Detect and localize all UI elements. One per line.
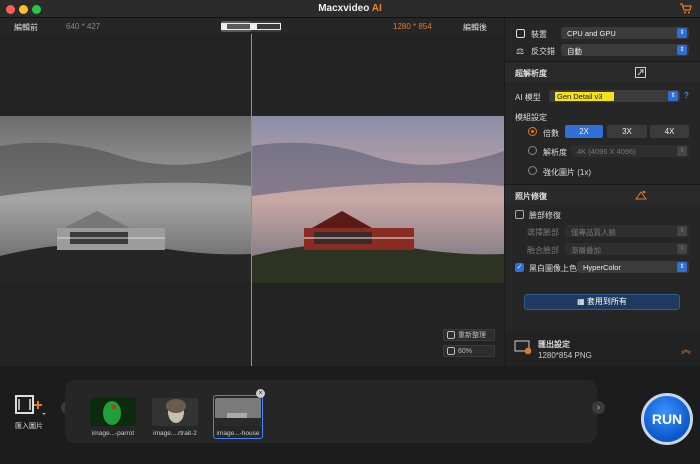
- chevron-updown-icon: ⇕: [677, 262, 687, 272]
- side-by-side-icon: [251, 23, 281, 30]
- app-title-ai: AI: [371, 3, 382, 14]
- app-title-text: Macxvideo: [318, 3, 372, 14]
- export-settings[interactable]: 匯出設定 1280*854 PNG ︽: [505, 331, 700, 366]
- zoom-button[interactable]: 60%: [443, 345, 495, 357]
- split-view-button[interactable]: [221, 21, 251, 32]
- app-title: Macxvideo AI: [0, 3, 700, 14]
- scale-2x-button[interactable]: 2X: [565, 125, 603, 138]
- repair-section-header: 照片修復: [505, 185, 700, 205]
- blend-value: 漸層疊加: [571, 246, 601, 255]
- device-select[interactable]: CPU and GPU ⇕: [561, 27, 689, 39]
- face-model-select[interactable]: 僅專品質人臉 ⇕: [565, 225, 689, 237]
- blend-label: 融合臉部: [527, 246, 559, 255]
- device-icon: [516, 29, 525, 38]
- colorize-label: 黑白圖像上色: [529, 264, 577, 273]
- thumbnail-portrait[interactable]: [152, 398, 198, 426]
- before-label: 編輯前: [14, 23, 38, 32]
- device-label: 裝置: [531, 30, 547, 39]
- face-repair-label: 臉部修復: [529, 211, 561, 220]
- scale-label: 倍數: [543, 129, 559, 138]
- bottom-bar: 匯入圖片 ‹ image...-parrot image....rtrait-2…: [0, 367, 700, 464]
- apply-all-label: 套用到所有: [586, 297, 627, 306]
- chevron-updown-icon: ⇕: [668, 91, 678, 101]
- export-detail: 1280*854 PNG: [538, 351, 592, 360]
- superres-icon: [635, 67, 646, 78]
- model-settings-label: 模組設定: [515, 113, 547, 122]
- thumbnail-house[interactable]: [215, 398, 261, 426]
- resolution-value: 4K (4096 X 4096): [577, 147, 636, 156]
- superres-section-header: 超解析度: [505, 62, 700, 82]
- after-size: 1280 * 854: [393, 22, 432, 31]
- chevron-updown-icon: ⇕: [677, 28, 687, 38]
- export-title: 匯出設定: [538, 340, 570, 349]
- compare-divider[interactable]: [251, 34, 252, 366]
- thumbnail-tray: [65, 380, 597, 443]
- face-model-value: 僅專品質人臉: [571, 228, 616, 237]
- title-bar: Macxvideo AI: [0, 0, 700, 18]
- ai-model-select[interactable]: Gen Detail v3 ⇕: [549, 90, 680, 102]
- scale-3x-button[interactable]: 3X: [607, 125, 647, 138]
- enhance-label: 強化圖片 (1x): [543, 168, 591, 177]
- device-value: CPU and GPU: [567, 29, 616, 38]
- scroll-right-button[interactable]: ›: [592, 401, 605, 414]
- scale-4x-button[interactable]: 4X: [650, 125, 689, 138]
- blend-select[interactable]: 漸層疊加 ⇕: [565, 243, 689, 255]
- thumbnail-parrot[interactable]: [90, 398, 136, 426]
- preview-header: 編輯前 640 * 427 1280 * 854 編輯後: [0, 18, 504, 34]
- reset-label: 重新整理: [458, 332, 486, 339]
- interlace-label: 反交錯: [531, 47, 555, 56]
- settings-panel: 裝置 CPU and GPU ⇕ ⚖ 反交錯 自動 ⇕ 超解析度 AI 模型 Gen…: [505, 18, 700, 366]
- interlace-select[interactable]: 自動 ⇕: [561, 44, 689, 56]
- cart-icon[interactable]: [680, 3, 692, 14]
- import-image-icon: [15, 395, 46, 415]
- export-icon: [514, 340, 532, 355]
- apply-all-button[interactable]: ▦ 套用到所有: [524, 294, 680, 310]
- colorize-checkbox[interactable]: ✓: [515, 263, 524, 272]
- ai-model-value: Gen Detail v3: [555, 92, 615, 101]
- resolution-label: 解析度: [543, 148, 567, 157]
- refresh-icon: [447, 331, 455, 339]
- remove-thumbnail-icon[interactable]: ×: [256, 389, 265, 398]
- zoom-icon: [447, 347, 455, 355]
- chevron-updown-icon: ⇕: [677, 146, 687, 156]
- face-model-label: 選擇臉部: [527, 228, 559, 237]
- apply-icon: ▦: [577, 297, 587, 306]
- side-by-side-button[interactable]: [251, 21, 281, 32]
- compare-mode-toggle[interactable]: [221, 21, 281, 32]
- before-image: [0, 116, 251, 283]
- app-window: Macxvideo AI 編輯前 640 * 427 1280 * 854 編輯…: [0, 0, 700, 464]
- face-repair-checkbox[interactable]: [515, 210, 524, 219]
- chevron-up-icon[interactable]: ︽: [681, 341, 691, 356]
- run-button[interactable]: RUN: [641, 393, 693, 445]
- resolution-radio[interactable]: [528, 146, 537, 155]
- interlace-icon: ⚖: [516, 46, 525, 56]
- superres-title: 超解析度: [515, 69, 547, 78]
- scale-radio[interactable]: [528, 127, 537, 136]
- import-label: 匯入圖片: [15, 423, 43, 430]
- colorize-value: HyperColor: [583, 263, 621, 272]
- split-view-icon: [221, 23, 251, 30]
- repair-icon: [635, 190, 647, 200]
- repair-title: 照片修復: [515, 192, 547, 201]
- thumbnail-label: image....rtrait-2: [153, 430, 197, 437]
- resolution-select[interactable]: 4K (4096 X 4096) ⇕: [571, 145, 689, 157]
- ai-model-label: AI 模型: [515, 93, 541, 102]
- thumbnail-label: image...-house: [216, 430, 260, 437]
- chevron-updown-icon: ⇕: [677, 45, 687, 55]
- colorize-select[interactable]: HyperColor ⇕: [577, 261, 689, 273]
- reset-button[interactable]: 重新整理: [443, 329, 495, 341]
- help-icon[interactable]: ?: [684, 91, 689, 100]
- interlace-value: 自動: [567, 47, 582, 56]
- chevron-updown-icon: ⇕: [677, 226, 687, 236]
- thumbnail-label: image...-parrot: [91, 430, 135, 437]
- after-image: [252, 116, 504, 283]
- chevron-updown-icon: ⇕: [677, 244, 687, 254]
- zoom-label: 60%: [458, 347, 473, 355]
- after-label: 編輯後: [463, 23, 487, 32]
- preview-area: 編輯前 640 * 427 1280 * 854 編輯後 重新整理 60%: [0, 18, 504, 366]
- import-button[interactable]: 匯入圖片: [12, 393, 50, 433]
- enhance-radio[interactable]: [528, 166, 537, 175]
- before-size: 640 * 427: [66, 22, 101, 31]
